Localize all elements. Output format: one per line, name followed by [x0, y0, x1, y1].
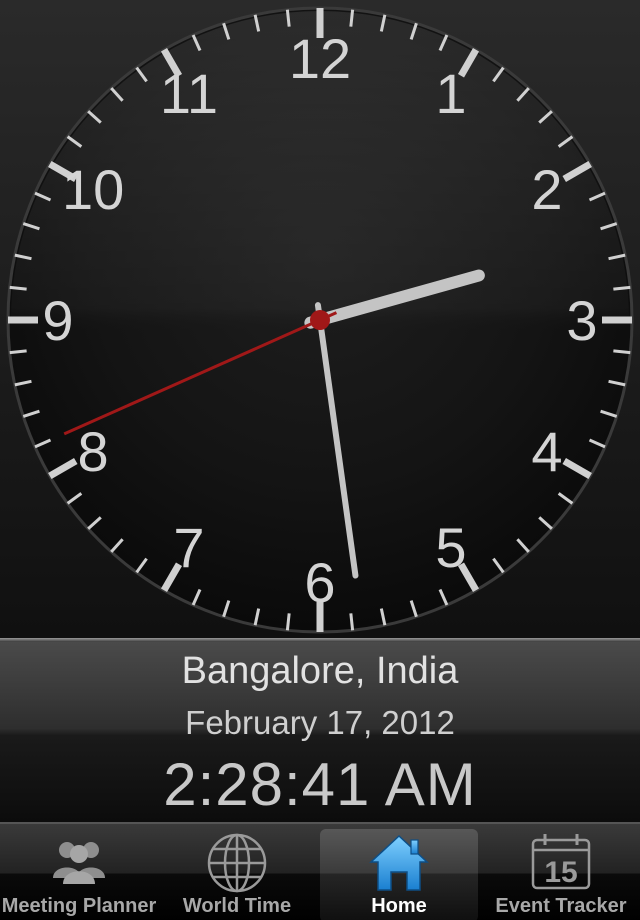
minute-tick [285, 9, 291, 27]
clock-numeral: 10 [62, 158, 124, 221]
tab-world-time[interactable]: World Time [158, 824, 316, 920]
tab-event-tracker[interactable]: 15 Event Tracker [482, 824, 640, 920]
digital-time: 2:28:41 AM [163, 751, 477, 818]
minute-tick [9, 285, 27, 291]
tab-label: Home [371, 895, 427, 917]
clock-numeral: 4 [531, 420, 562, 483]
tab-label: World Time [182, 895, 292, 917]
minute-tick [349, 613, 355, 631]
tab-home[interactable]: Home [320, 829, 478, 920]
app-window: 12 1 2 3 4 5 6 7 8 9 10 11 Bangalore, India Februar… [0, 0, 640, 920]
clock-numeral: 3 [566, 289, 597, 352]
date-label: February 17, 2012 [185, 704, 455, 741]
location-info-panel: Bangalore, India February 17, 2012 2:28:… [0, 642, 640, 822]
clock-numeral: 11 [160, 62, 218, 125]
minute-tick [613, 349, 631, 355]
clock-numeral: 8 [78, 420, 109, 483]
globe-icon [207, 833, 267, 893]
clock-numeral: 2 [531, 158, 562, 221]
clock-numeral: 12 [289, 27, 351, 90]
clock-center-pin [310, 310, 330, 330]
home-icon [369, 834, 429, 891]
minute-tick [349, 9, 355, 27]
clock-numeral: 5 [435, 516, 466, 579]
tab-meeting-planner[interactable]: Meeting Planner [0, 824, 158, 920]
clock-numeral: 9 [42, 289, 73, 352]
clock-numeral: 6 [304, 551, 335, 614]
tab-bar: Meeting Planner World Time Home 15 Event… [0, 822, 640, 920]
clock-numeral: 1 [435, 62, 466, 125]
minute-tick [613, 285, 631, 291]
analog-clock: 12 1 2 3 4 5 6 7 8 9 10 11 [0, 0, 640, 638]
calendar-day: 15 [544, 856, 577, 889]
clock-numeral: 7 [173, 516, 204, 579]
people-icon [53, 842, 105, 884]
calendar-icon: 15 [531, 834, 591, 890]
minute-tick [285, 613, 291, 631]
tab-label: Event Tracker [495, 895, 627, 917]
clock-face-svg: 121234567891011 [6, 6, 634, 634]
city-label: Bangalore, India [181, 650, 459, 692]
minute-tick [9, 349, 27, 355]
tab-label: Meeting Planner [1, 895, 157, 917]
